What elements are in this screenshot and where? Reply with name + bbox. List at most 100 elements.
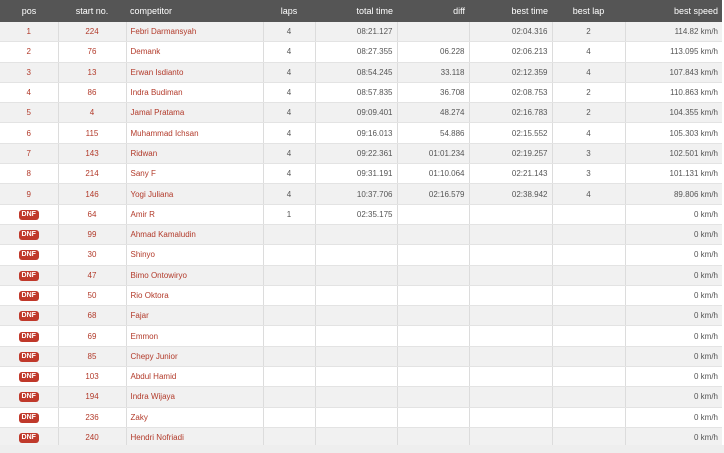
header-laps[interactable]: laps — [263, 0, 315, 22]
cell-pos: DNF — [0, 407, 59, 428]
cell-best-lap: 3 — [552, 143, 626, 165]
header-start-no[interactable]: start no. — [58, 0, 126, 22]
cell-best-time: 02:08.753 — [469, 82, 553, 104]
dnf-badge: DNF — [18, 311, 39, 322]
cell-start-no: 194 — [58, 386, 127, 408]
header-total-time[interactable]: total time — [315, 0, 397, 22]
cell-best-time: 02:04.316 — [469, 22, 553, 43]
cell-total-time — [315, 366, 398, 388]
competitor-link[interactable]: Zaky — [126, 407, 264, 428]
cell-best-lap — [552, 407, 626, 428]
competitor-link[interactable]: Erwan Isdianto — [126, 62, 264, 83]
cell-start-no: 103 — [58, 366, 127, 388]
dnf-badge: DNF — [18, 433, 39, 444]
footer-band — [0, 445, 724, 453]
cell-pos: DNF — [0, 366, 59, 388]
cell-diff — [397, 22, 470, 43]
header-pos[interactable]: pos — [0, 0, 58, 22]
competitor-link[interactable]: Fajar — [126, 305, 264, 327]
cell-best-lap — [552, 204, 626, 225]
cell-best-lap: 3 — [552, 163, 626, 185]
cell-total-time — [315, 285, 398, 307]
competitor-link[interactable]: Muhammad Ichsan — [126, 122, 264, 144]
competitor-link[interactable]: Rio Oktora — [126, 285, 264, 307]
table-row: DNF 103 Abdul Hamid 0 km/h — [0, 366, 722, 388]
competitor-link[interactable]: Jamal Pratama — [126, 102, 264, 124]
cell-best-lap — [552, 244, 626, 266]
cell-best-time — [469, 244, 553, 266]
cell-pos: DNF — [0, 305, 59, 327]
cell-total-time: 02:35.175 — [315, 204, 398, 225]
cell-best-lap — [552, 386, 626, 408]
cell-best-speed: 102.501 km/h — [625, 143, 722, 165]
competitor-link[interactable]: Bimo Ontowiryo — [126, 265, 264, 286]
table-row: DNF 50 Rio Oktora 0 km/h — [0, 285, 722, 307]
header-best-time[interactable]: best time — [469, 0, 552, 22]
competitor-link[interactable]: Indra Wijaya — [126, 386, 264, 408]
table-row: 9 146 Yogi Juliana 4 10:37.706 02:16.579 02:38… — [0, 183, 722, 205]
cell-laps — [263, 265, 316, 286]
table-row: DNF 47 Bimo Ontowiryo 0 km/h — [0, 265, 722, 286]
header-best-speed[interactable]: best speed — [625, 0, 722, 22]
cell-best-speed: 0 km/h — [625, 285, 722, 307]
cell-best-time — [469, 204, 553, 225]
cell-best-speed: 0 km/h — [625, 386, 722, 408]
cell-pos: 9 — [0, 183, 59, 205]
cell-best-speed: 0 km/h — [625, 265, 722, 286]
cell-laps: 4 — [263, 22, 316, 43]
cell-pos: DNF — [0, 285, 59, 307]
table-row: DNF 99 Ahmad Kamaludin 0 km/h — [0, 224, 722, 246]
cell-best-time: 02:06.213 — [469, 41, 553, 63]
competitor-link[interactable]: Sany F — [126, 163, 264, 185]
cell-total-time: 08:54.245 — [315, 62, 398, 83]
cell-best-speed: 107.843 km/h — [625, 62, 722, 83]
competitor-link[interactable]: Ridwan — [126, 143, 264, 165]
cell-laps — [263, 325, 316, 347]
competitor-link[interactable]: Febri Darmansyah — [126, 22, 264, 43]
cell-laps: 4 — [263, 62, 316, 83]
cell-best-lap: 2 — [552, 102, 626, 124]
cell-best-time — [469, 407, 553, 428]
header-best-lap[interactable]: best lap — [552, 0, 625, 22]
table-row: DNF 194 Indra Wijaya 0 km/h — [0, 386, 722, 408]
cell-best-lap: 2 — [552, 22, 626, 43]
header-competitor[interactable]: competitor — [126, 0, 263, 22]
cell-total-time — [315, 224, 398, 246]
competitor-link[interactable]: Ahmad Kamaludin — [126, 224, 264, 246]
cell-start-no: 85 — [58, 346, 127, 368]
competitor-link[interactable]: Abdul Hamid — [126, 366, 264, 388]
cell-total-time — [315, 346, 398, 368]
cell-start-no: 146 — [58, 183, 127, 205]
cell-diff: 36.708 — [397, 82, 470, 104]
cell-laps — [263, 305, 316, 327]
cell-best-lap — [552, 346, 626, 368]
cell-diff — [397, 325, 470, 347]
dnf-badge: DNF — [18, 209, 39, 220]
cell-start-no: 115 — [58, 122, 127, 144]
competitor-link[interactable]: Indra Budiman — [126, 82, 264, 104]
competitor-link[interactable]: Yogi Juliana — [126, 183, 264, 205]
cell-pos: DNF — [0, 244, 59, 266]
cell-diff — [397, 366, 470, 388]
dnf-badge: DNF — [18, 291, 39, 301]
cell-best-time — [469, 346, 553, 368]
cell-best-speed: 0 km/h — [625, 204, 722, 225]
cell-total-time: 08:21.127 — [315, 22, 398, 43]
cell-pos: DNF — [0, 265, 59, 286]
competitor-link[interactable]: Demank — [126, 41, 264, 63]
cell-diff: 01:10.064 — [397, 163, 470, 185]
cell-start-no: 76 — [58, 41, 127, 63]
cell-best-speed: 0 km/h — [625, 244, 722, 266]
competitor-link[interactable]: Emmon — [126, 325, 264, 347]
header-diff[interactable]: diff — [397, 0, 469, 22]
cell-start-no: 86 — [58, 82, 127, 104]
cell-laps: 4 — [263, 183, 316, 205]
cell-best-time — [469, 386, 553, 408]
cell-best-lap: 4 — [552, 122, 626, 144]
competitor-link[interactable]: Amir R — [126, 204, 264, 225]
competitor-link[interactable]: Shinyo — [126, 244, 264, 266]
competitor-link[interactable]: Chepy Junior — [126, 346, 264, 368]
cell-best-lap: 4 — [552, 41, 626, 63]
cell-pos: 2 — [0, 41, 59, 63]
cell-pos: DNF — [0, 386, 59, 408]
